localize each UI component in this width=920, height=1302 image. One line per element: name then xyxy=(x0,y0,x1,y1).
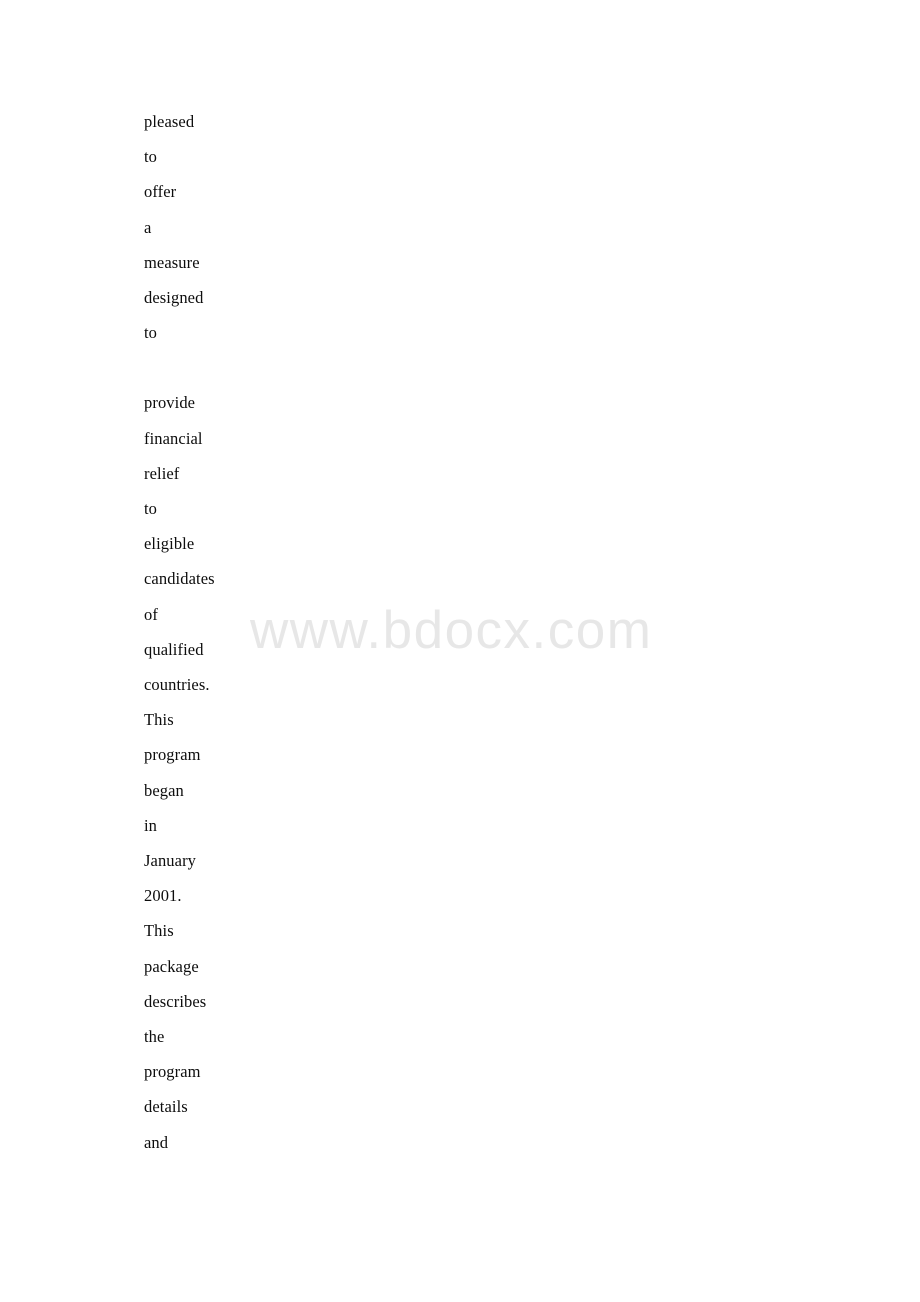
text-line: offer xyxy=(144,182,177,202)
text-line: candidates xyxy=(144,569,215,589)
text-line: began xyxy=(144,780,184,800)
text-line: pleased xyxy=(144,112,195,131)
text-line: program xyxy=(144,1062,201,1082)
text-line: to xyxy=(144,499,158,519)
paragraph-block-2: provide financial relief to eligible can… xyxy=(144,385,464,1159)
text-line: eligible xyxy=(144,534,195,554)
text-line: the xyxy=(144,1027,165,1047)
text-line: a xyxy=(144,217,152,237)
text-line: details xyxy=(144,1097,188,1117)
text-line: of xyxy=(144,604,158,624)
paragraph-block-1: pleased to offer a measure designed to xyxy=(144,104,464,350)
text-line: to xyxy=(144,323,158,343)
text-line: and xyxy=(144,1132,169,1152)
text-line: qualified xyxy=(144,639,204,659)
text-line: This xyxy=(144,921,174,941)
text-line: in xyxy=(144,815,158,835)
text-line: 2001. xyxy=(144,886,182,906)
text-line: relief xyxy=(144,463,180,483)
text-line: describes xyxy=(144,991,207,1011)
text-line: provide xyxy=(144,393,196,413)
text-line: measure xyxy=(144,252,200,272)
text-line: to xyxy=(144,147,158,167)
document-text-column: pleased to offer a measure designed to p… xyxy=(144,104,464,1160)
text-line: designed xyxy=(144,288,204,308)
document-page: www.bdocx.com pleased to offer a measure… xyxy=(0,0,920,1302)
text-line: January xyxy=(144,851,197,871)
text-line: package xyxy=(144,956,199,976)
text-line: This xyxy=(144,710,174,730)
text-line: financial xyxy=(144,428,203,448)
text-line: countries. xyxy=(144,675,210,695)
text-line: program xyxy=(144,745,201,765)
